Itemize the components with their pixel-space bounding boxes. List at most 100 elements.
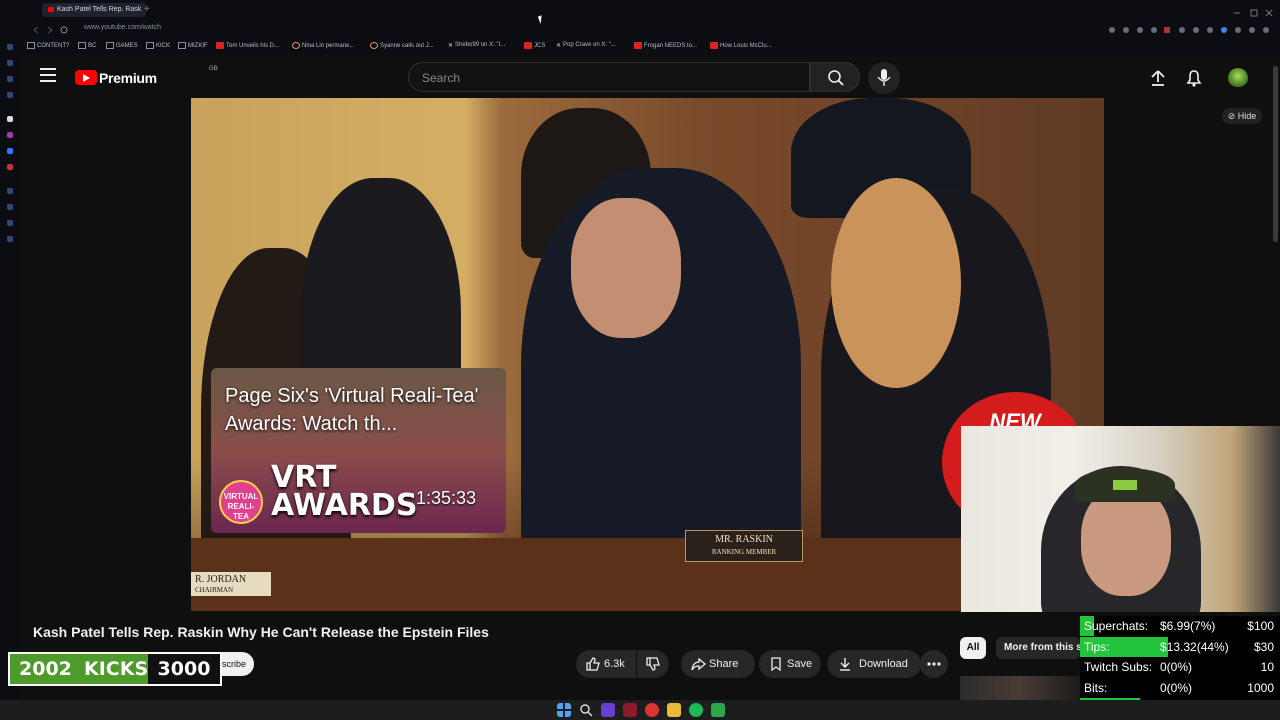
windows-start-icon[interactable] [557,703,571,717]
raskin-face [571,198,681,338]
stat-val: 0(0%) [1160,680,1193,695]
file-explorer-icon[interactable] [667,703,681,717]
stat-label: Superchats: [1084,619,1149,633]
stat-goal: $30 [1253,639,1274,654]
sidebar-app-icon[interactable] [7,164,13,170]
avatar[interactable] [1228,68,1248,88]
stat-label: Tips: [1084,639,1110,654]
sidebar-app-icon[interactable] [7,188,13,194]
folder-icon [106,42,114,49]
bookmark-folder[interactable]: MIZKIF [178,42,208,49]
notifications-bell-icon[interactable] [1184,68,1204,88]
stat-row: Tips: $13.32(44%) $30 [1080,636,1280,657]
stat-row: Twitch Subs: 0(0%) 10 [1080,657,1280,677]
vrt-badge-logo: VIRTUAL REALI-TEA [219,480,263,524]
voice-search-button[interactable] [868,62,900,94]
miniplayer[interactable]: Page Six's 'Virtual Reali-Tea' Awards: W… [211,368,506,533]
awards-text: VRT AWARDS [271,460,418,523]
bookmark-folder[interactable]: BC [78,42,96,49]
bookmark-folder[interactable]: GAMES [106,42,138,49]
browser-sidebar [0,44,20,700]
youtube-header: Premium GB [20,54,1280,98]
stat-val: $6.99(7%) [1160,619,1216,633]
kicks-label: KICKS [84,658,149,680]
bookmark-link[interactable]: Syanne calls out J... [370,42,434,49]
bookmark-link[interactable]: How Louis McClu... [710,42,772,49]
save-button[interactable]: Save [759,650,821,678]
like-button[interactable]: 6.3k [576,650,636,678]
bookmark-link[interactable]: Frogan NEEDS to... [634,42,697,49]
youtube-icon [710,42,718,49]
bookmarks-bar: CONTENT? BC GAMES KICK MIZKIF Tom Unveil… [0,40,1280,54]
dislike-button[interactable] [637,650,669,678]
share-label: Share [709,658,739,670]
like-count: 6.3k [604,658,625,670]
recommended-thumbnail[interactable] [960,676,1080,700]
folder-icon [178,42,186,49]
chip-more-from-channel[interactable]: More from this s [996,637,1080,659]
url-field[interactable]: www.youtube.com/watch [84,24,161,31]
sidebar-app-icon[interactable] [7,204,13,210]
app-icon[interactable] [711,703,725,717]
chip-all[interactable]: All [960,637,986,659]
stat-row: Superchats: $6.99(7%) $100 [1080,616,1280,636]
spotify-icon[interactable] [689,703,703,717]
bookmark-folder[interactable]: CONTENT? [27,42,69,49]
youtube-logo[interactable]: Premium GB [75,66,218,86]
app-icon[interactable] [601,703,615,717]
stat-goal: 1000 [1247,680,1274,695]
browser-tab-active[interactable]: Kash Patel Tells Rep. Rask [42,3,146,17]
eye-off-icon: ⊘ [1227,111,1238,121]
browser-tab-bar: Kash Patel Tells Rep. Rask + [0,0,1280,20]
address-bar: www.youtube.com/watch [0,20,1280,40]
sidebar-app-icon[interactable] [7,76,13,82]
menu-icon[interactable] [40,68,56,82]
opera-browser-icon[interactable] [623,703,637,717]
kicks-current: 2002 [19,658,72,680]
page-scrollbar[interactable] [1273,66,1278,242]
bookmark-link[interactable]: ✕ Shebo99 on X: "I... [448,42,505,49]
upload-icon[interactable] [1148,68,1168,88]
streamer-face [1081,486,1171,596]
tab-title: Kash Patel Tells Rep. Rask [57,6,142,13]
sidebar-app-icon[interactable] [7,236,13,242]
download-button[interactable]: Download [827,650,921,678]
sidebar-app-icon[interactable] [7,44,13,50]
share-button[interactable]: Share [681,650,755,678]
sidebar-app-icon[interactable] [7,116,13,122]
search-input[interactable] [420,70,794,86]
download-icon [840,658,850,671]
region-label: GB [209,66,218,72]
search-icon[interactable] [579,703,593,717]
extension-icons[interactable] [1108,25,1276,35]
bookmark-folder[interactable]: KICK [146,42,170,49]
youtube-favicon-icon [48,6,54,12]
sidebar-app-icon[interactable] [7,220,13,226]
bookmark-link[interactable]: ✕ Pop Crave on X: "... [556,42,616,49]
hide-button[interactable]: ⊘ Hide [1222,108,1262,124]
miniplayer-title: Page Six's 'Virtual Reali-Tea' Awards: W… [225,385,479,435]
more-actions-button[interactable] [920,650,948,678]
nav-arrows-icon[interactable] [30,25,70,35]
brand-label: Premium [99,69,157,86]
bookmark-link[interactable]: Nina Lin permane... [292,42,354,49]
bookmark-link[interactable]: Tom Unveils his D... [216,42,279,49]
new-tab-icon[interactable]: + [138,3,156,17]
sidebar-app-icon[interactable] [7,92,13,98]
share-icon [691,657,706,671]
bookmark-icon [771,657,781,672]
chrome-icon[interactable] [645,703,659,717]
blonde-hair [831,178,961,388]
kicks-goal-widget: 2002 KICKS 3000 [8,652,222,686]
bookmark-link[interactable]: JCS [524,42,545,49]
nameplate-jordan: R. JORDAN CHAIRMAN [191,572,271,596]
nameplate-name: R. JORDAN [195,574,247,585]
stat-label: Twitch Subs: [1084,660,1153,675]
kicks-goal: 3000 [148,654,220,684]
sidebar-app-icon[interactable] [7,132,13,138]
sidebar-app-icon[interactable] [7,148,13,154]
sidebar-app-icon[interactable] [7,60,13,66]
search-button[interactable] [810,62,860,92]
x-icon: ✕ [556,43,562,49]
window-controls[interactable] [1220,5,1276,17]
